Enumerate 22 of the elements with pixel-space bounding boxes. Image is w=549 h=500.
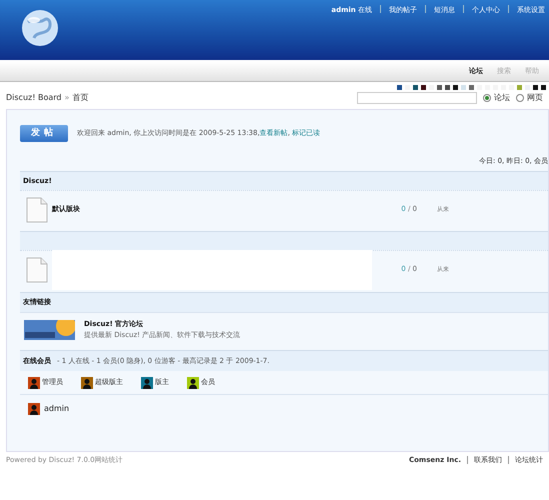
- style-swatch[interactable]: [517, 85, 522, 90]
- style-swatch[interactable]: [445, 85, 450, 90]
- breadcrumb-link[interactable]: Discuz! Board: [6, 92, 62, 104]
- breadcrumb-current: 首页: [72, 92, 88, 104]
- member-name[interactable]: admin: [44, 403, 70, 415]
- banner-logo-icon: [24, 320, 75, 340]
- search-field[interactable]: [357, 92, 477, 104]
- style-swatch[interactable]: [541, 85, 546, 90]
- style-swatch[interactable]: [421, 85, 426, 90]
- forum-icon: [26, 256, 48, 282]
- style-swatch[interactable]: [397, 85, 402, 90]
- breadcrumb-separator: »: [64, 92, 70, 104]
- style-swatch[interactable]: [453, 85, 458, 90]
- scope-radio[interactable]: 网页: [516, 92, 543, 104]
- style-swatch[interactable]: [437, 85, 442, 90]
- style-swatch[interactable]: [469, 85, 474, 90]
- globe-logo-icon: [20, 8, 60, 48]
- forum-icon: [26, 196, 48, 222]
- scope-radio[interactable]: 论坛: [483, 92, 510, 104]
- style-swatch[interactable]: [461, 85, 466, 90]
- style-swatch[interactable]: [413, 85, 418, 90]
- style-swatch[interactable]: [533, 85, 538, 90]
